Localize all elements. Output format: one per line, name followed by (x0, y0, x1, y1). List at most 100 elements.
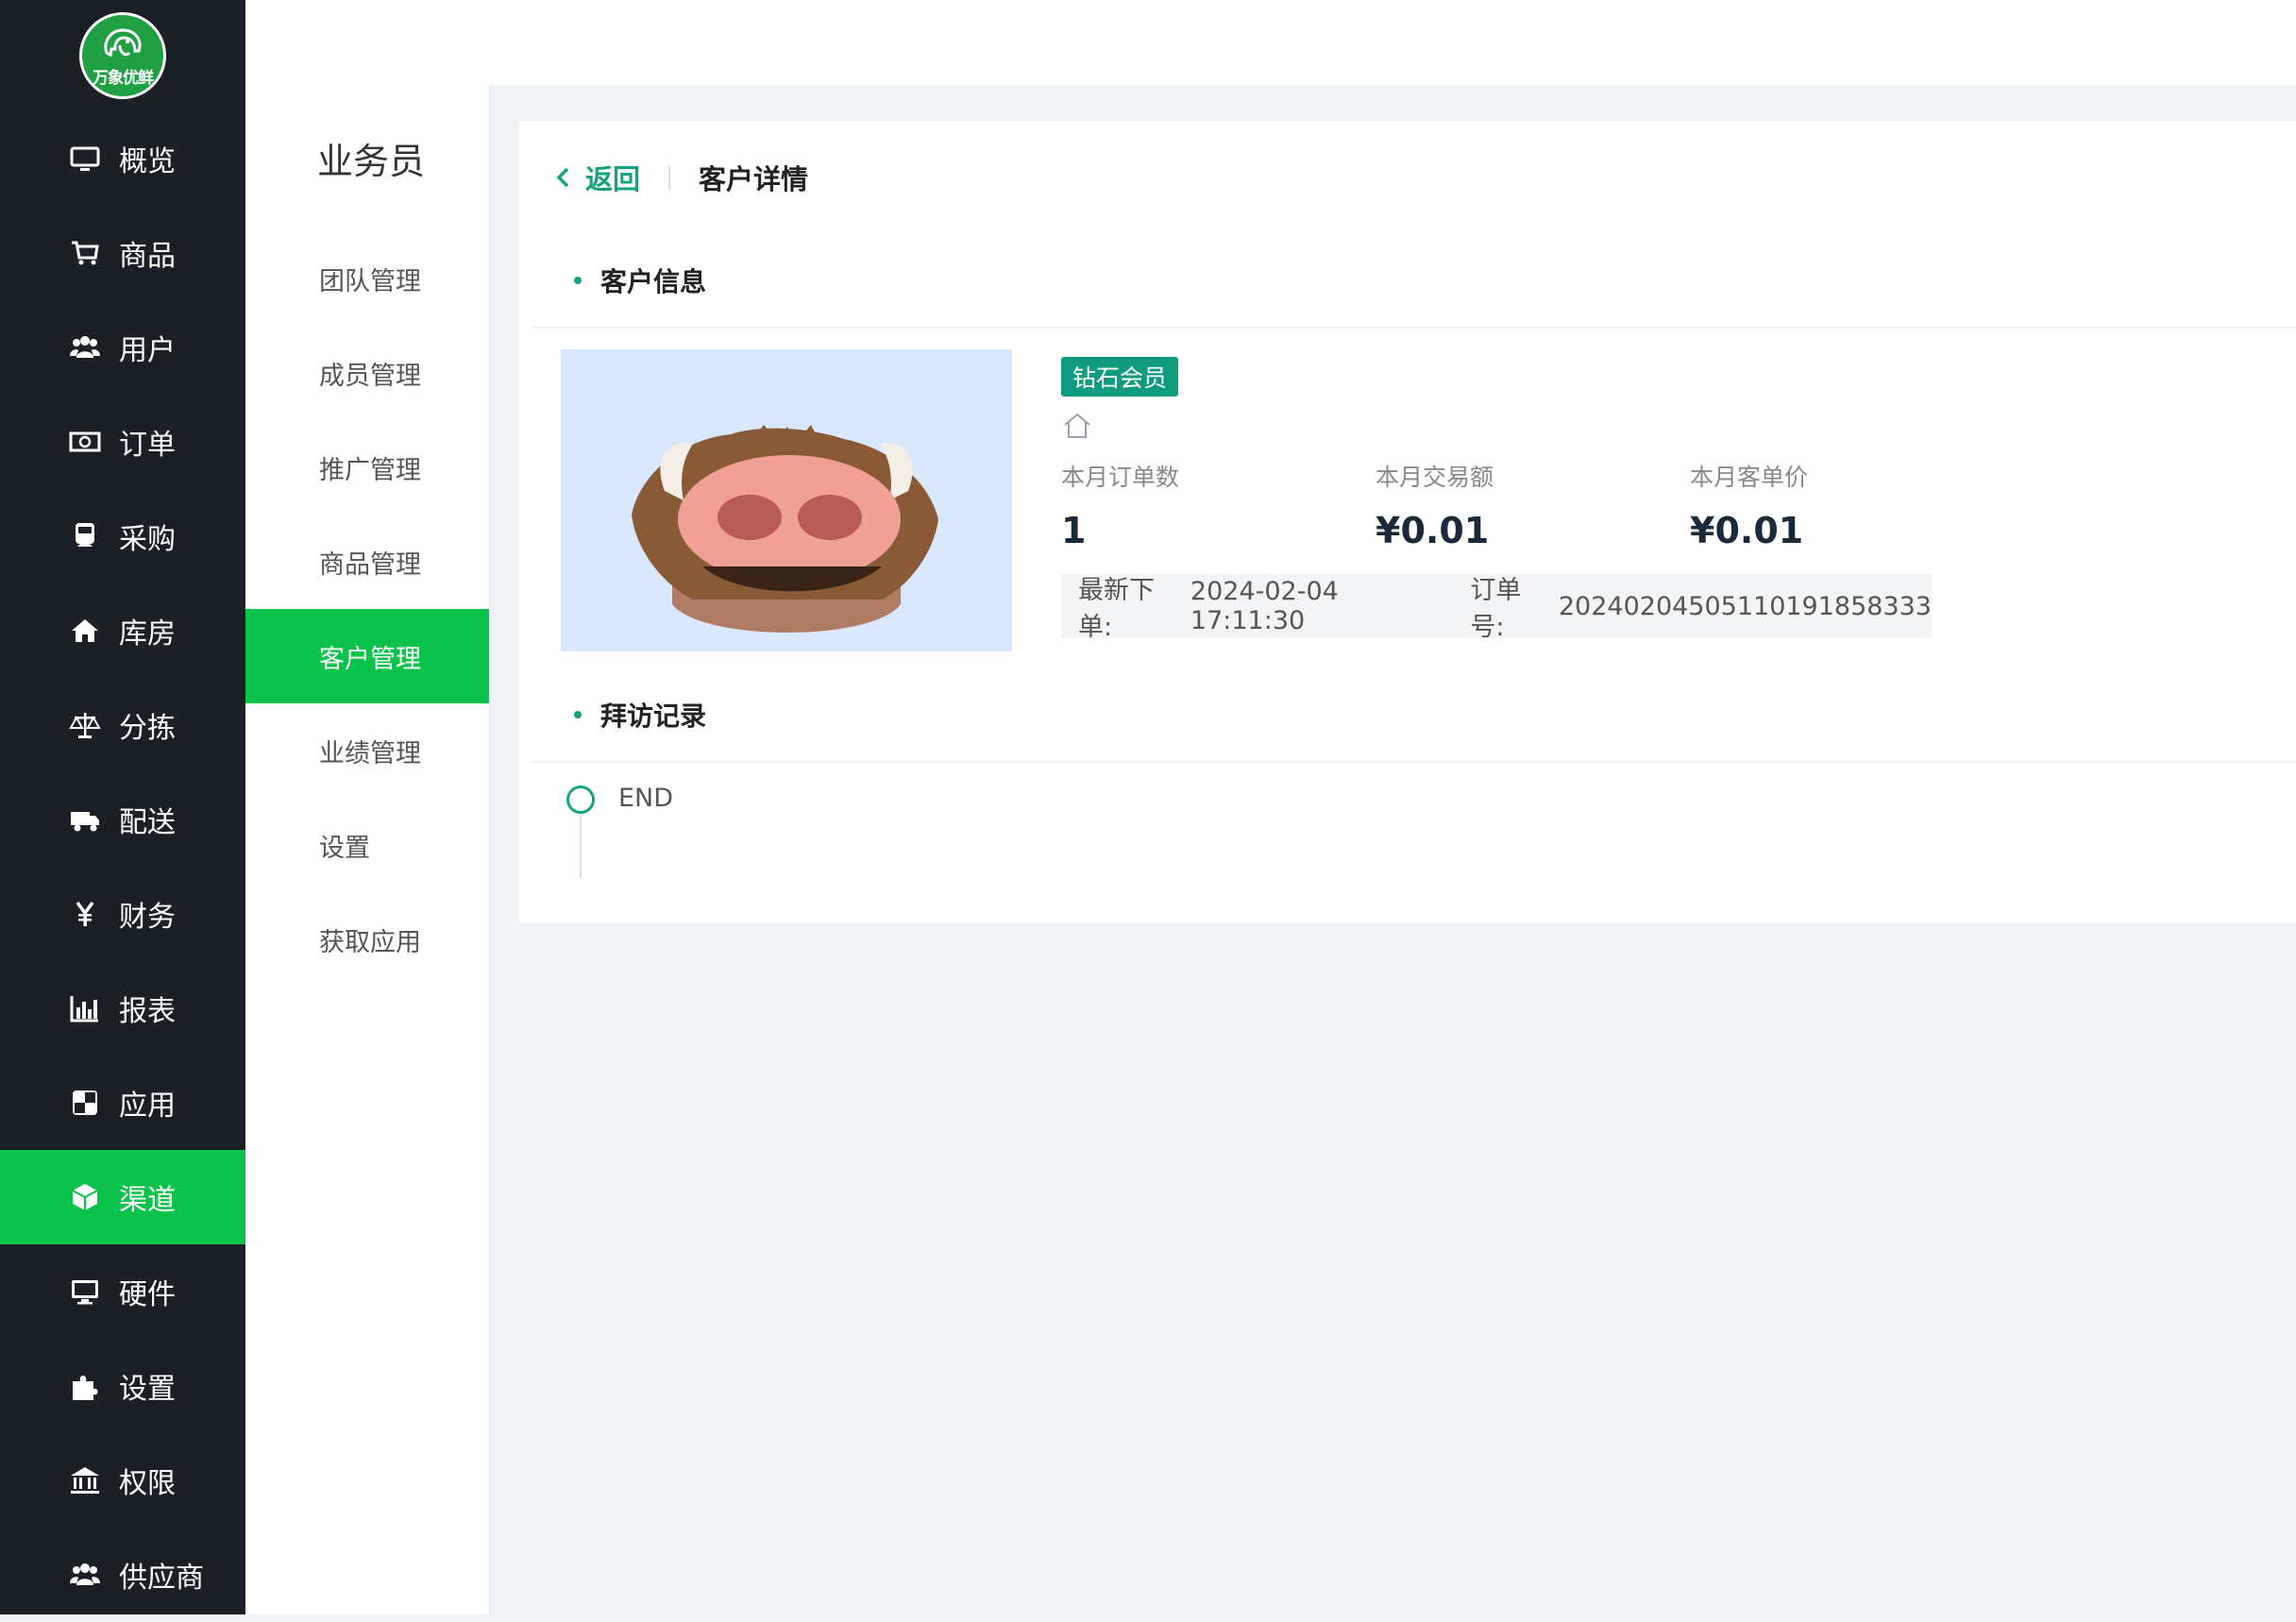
member-level-badge: 钻石会员 (1061, 357, 1179, 397)
latest-order-time: 2024-02-04 17:11:30 (1190, 577, 1339, 635)
monthly-stats: 本月订单数 1 本月交易额 ¥0.01 本月客单价 ¥0.01 (1061, 459, 2004, 551)
sidebar-item[interactable]: 用户 (0, 300, 245, 395)
stat-trade-amount: 本月交易额 ¥0.01 (1376, 459, 1690, 551)
sidebar-item-label: 渠道 (119, 1184, 176, 1217)
brand-logo[interactable]: 万象优鲜 (79, 12, 166, 99)
bullet-icon (574, 711, 582, 718)
sidebar-item[interactable]: 供应商 (0, 1528, 245, 1622)
timeline-node-icon (566, 786, 595, 814)
home-icon (68, 614, 102, 648)
sidebar-item-label: 硬件 (119, 1278, 176, 1311)
stat-value: ¥0.01 (1690, 510, 1804, 551)
primary-sidebar: 万象优鲜 概览 商品 用户 订单 采购 库房 分拣 配送 财务 报表 应用 渠道 硬件 设置 权限 供应商 (0, 0, 245, 1614)
subnav-item[interactable]: 设置 (245, 798, 489, 892)
sidebar-item-label: 应用 (119, 1090, 176, 1123)
stat-label: 本月客单价 (1690, 464, 1809, 491)
sidebar-item[interactable]: 报表 (0, 961, 245, 1056)
sidebar-item[interactable]: 订单 (0, 395, 245, 489)
sidebar-item-label: 财务 (119, 901, 176, 934)
visit-records-heading: 拜访记录 (532, 668, 2296, 763)
subnav-item[interactable]: 团队管理 (245, 231, 489, 326)
sidebar-item-label: 商品 (119, 240, 176, 273)
stat-label: 本月交易额 (1376, 464, 1494, 491)
stat-value: ¥0.01 (1376, 510, 1490, 551)
subnav-item[interactable]: 成员管理 (245, 326, 489, 420)
sidebar-item-label: 报表 (119, 995, 176, 1028)
subnav-title: 业务员 (317, 141, 426, 182)
subnav-item-label: 设置 (319, 833, 370, 863)
bar-chart-icon (68, 991, 102, 1025)
sidebar-item[interactable]: 商品 (0, 206, 245, 300)
home-icon (1064, 413, 1090, 438)
order-no-label: 订单号: (1470, 576, 1522, 642)
subnav-item[interactable]: 商品管理 (245, 515, 489, 609)
sidebar-item-label: 订单 (119, 429, 176, 462)
bullet-icon (574, 277, 582, 284)
scale-icon (68, 708, 102, 742)
subnav-item-label: 团队管理 (319, 266, 421, 296)
top-bar (245, 0, 2296, 85)
monitor-icon (68, 142, 102, 176)
users-icon (68, 330, 102, 364)
customer-info-title: 客户信息 (600, 266, 707, 297)
sidebar-item[interactable]: 概览 (0, 111, 245, 206)
subnav-item-label: 成员管理 (319, 361, 421, 391)
sidebar-item[interactable]: 库房 (0, 583, 245, 678)
sidebar-item-label: 权限 (119, 1467, 176, 1500)
latest-order-bar: 最新下单: 2024-02-04 17:11:30 订单号: 202402045… (1061, 574, 1932, 642)
visit-timeline: END (519, 763, 2296, 914)
timeline-end-label: END (618, 784, 674, 813)
stat-order-count: 本月订单数 1 (1061, 459, 1376, 551)
subnav-item-label: 获取应用 (319, 927, 421, 957)
sidebar-item-label: 采购 (119, 523, 176, 556)
sidebar-item[interactable]: 渠道 (0, 1150, 245, 1244)
subnav-item[interactable]: 业绩管理 (245, 703, 489, 798)
subnav-item-label: 客户管理 (319, 644, 421, 674)
subnav-item-label: 业绩管理 (319, 738, 421, 769)
cart-icon (68, 236, 102, 270)
logo-text: 万象优鲜 (93, 68, 154, 88)
sidebar-item-label: 设置 (119, 1373, 176, 1406)
sidebar-item[interactable]: 应用 (0, 1056, 245, 1150)
sidebar-item[interactable]: 分拣 (0, 678, 245, 772)
chevron-left-icon (556, 167, 569, 188)
stat-avg-price: 本月客单价 ¥0.01 (1690, 459, 2004, 551)
back-button[interactable]: 返回 (553, 158, 640, 197)
sidebar-item[interactable]: 配送 (0, 772, 245, 867)
page-header: 返回 客户详情 (519, 121, 2296, 234)
sidebar-item[interactable]: 采购 (0, 489, 245, 583)
app-icon (68, 1086, 102, 1120)
desktop-icon (68, 1275, 102, 1309)
subnav-item-label: 商品管理 (319, 549, 421, 580)
header-divider (668, 165, 671, 190)
customer-detail-card: 返回 客户详情 客户信息 钻石会员 本月订单数 1 本月交易额 ¥0.01 本月… (519, 121, 2296, 923)
latest-order-label: 最新下单: (1078, 576, 1155, 642)
sidebar-item[interactable]: 财务 (0, 867, 245, 961)
subnav-list: 团队管理成员管理推广管理商品管理客户管理业绩管理设置获取应用 (245, 231, 489, 987)
customer-avatar (561, 349, 1012, 651)
sidebar-item[interactable]: 硬件 (0, 1244, 245, 1339)
sidebar-item-label: 概览 (119, 145, 176, 178)
sidebar-item-label: 用户 (119, 334, 176, 367)
sidebar-item-label: 配送 (119, 806, 176, 839)
logo-area: 万象优鲜 (0, 0, 245, 111)
sidebar-nav: 概览商品用户订单采购库房分拣配送财务报表应用渠道硬件设置权限供应商 (0, 111, 245, 1622)
timeline-line (580, 816, 582, 878)
back-label: 返回 (585, 163, 641, 195)
sidebar-item-label: 库房 (119, 617, 176, 650)
sidebar-item[interactable]: 设置 (0, 1339, 245, 1433)
secondary-sidebar: 业务员 团队管理成员管理推广管理商品管理客户管理业绩管理设置获取应用 (245, 85, 491, 1614)
bank-icon (68, 1463, 102, 1497)
cube-icon (68, 1180, 102, 1214)
puzzle-icon (68, 1369, 102, 1403)
cash-icon (68, 425, 102, 459)
order-no[interactable]: 20240204505110191858333 (1559, 592, 1932, 621)
stat-label: 本月订单数 (1061, 464, 1180, 491)
sidebar-item-label: 分拣 (119, 712, 176, 745)
subnav-item[interactable]: 获取应用 (245, 892, 489, 987)
subnav-item[interactable]: 推广管理 (245, 420, 489, 515)
subnav-item[interactable]: 客户管理 (245, 609, 489, 703)
page-title: 客户详情 (699, 163, 809, 195)
users-icon (68, 1558, 102, 1592)
sidebar-item[interactable]: 权限 (0, 1433, 245, 1528)
